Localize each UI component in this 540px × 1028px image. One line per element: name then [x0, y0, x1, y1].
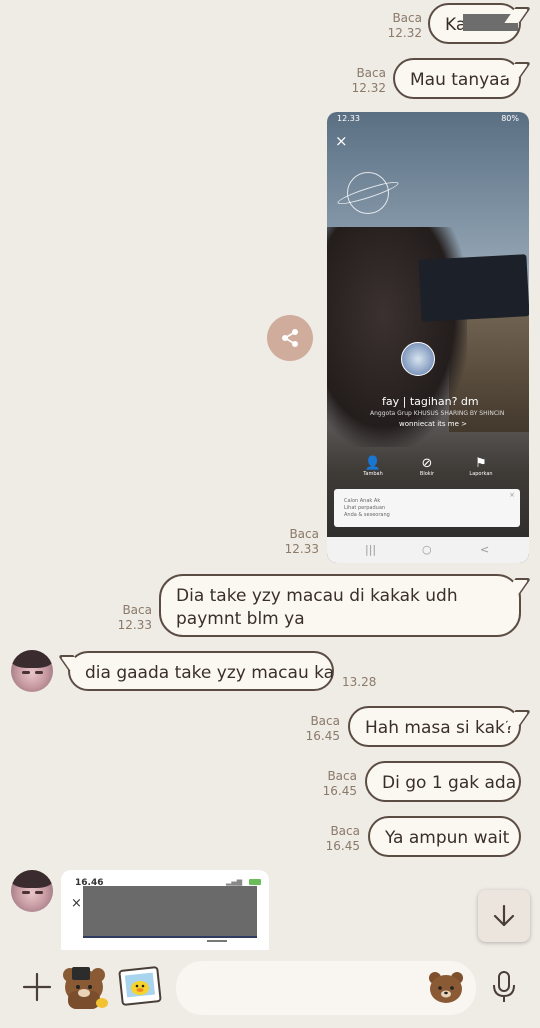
message-bubble-outgoing[interactable]: Ya ampun wait [368, 816, 521, 857]
thumb-close-icon: × [71, 896, 82, 911]
profile-action-block: ⊘ Blokir [407, 457, 447, 478]
message-text: Hah masa si kak? [365, 718, 514, 738]
profile-close-icon: × [335, 132, 348, 150]
avatar-eye [35, 671, 43, 674]
redaction-block [463, 14, 518, 31]
message-text: dia gaada take yzy macau ka [85, 663, 335, 683]
profile-action-add: 👤 Tambah [353, 457, 393, 478]
home-icon: ○ [422, 543, 432, 556]
recent-apps-icon: ||| [365, 543, 377, 556]
avatar-hair [11, 870, 53, 888]
screenshot-image-message[interactable]: 12.33 80% × fay | tagihan? dm Anggota Gr… [327, 112, 529, 563]
thumb-handle-bar [207, 940, 227, 942]
message-read-meta: Baca 16.45 [326, 824, 360, 854]
message-time: 12.32 [387, 26, 422, 40]
profile-name: fay | tagihan? dm [382, 395, 479, 408]
message-bubble-incoming[interactable]: dia gaada take yzy macau ka [68, 651, 334, 691]
read-status: Baca [310, 714, 340, 728]
redaction-block [83, 886, 257, 936]
action-label: Tambah [363, 471, 383, 477]
plus-icon[interactable] [22, 972, 52, 1002]
read-status: Baca [327, 769, 357, 783]
profile-subtitle: Anggota Grup KHUSUS SHARING BY SHINCIN [370, 410, 505, 417]
microphone-icon[interactable] [490, 970, 518, 1004]
message-time: 12.33 [284, 542, 319, 556]
read-status: Baca [392, 11, 422, 25]
action-label: Blokir [419, 471, 435, 477]
message-compose-bar [0, 950, 540, 1028]
read-status: Baca [330, 824, 360, 838]
message-bubble-outgoing[interactable]: Dia take yzy macau di kakak udh paymnt b… [159, 574, 521, 637]
background-phone [418, 254, 529, 322]
message-read-meta: Baca 12.32 [388, 11, 422, 41]
profile-handle: wonniecat its me > [399, 420, 468, 428]
message-read-meta: Baca 12.32 [352, 66, 386, 96]
avatar-hair [11, 650, 53, 668]
card-line: Lihat perpaduan [344, 505, 386, 511]
profile-avatar [401, 342, 435, 376]
contact-avatar[interactable] [11, 870, 53, 912]
message-time-meta: 13.28 [342, 675, 376, 690]
sally-photo-icon[interactable] [118, 966, 162, 1008]
message-bubble-outgoing[interactable]: Mau tanyaa [393, 58, 521, 99]
profile-suggestion-card: Calon Anak Ak Lihat perpaduan Anda & ses… [334, 489, 520, 527]
card-close-icon: × [509, 491, 515, 499]
message-bubble-outgoing[interactable]: Ka [428, 3, 521, 44]
action-label: Laporkan [469, 471, 493, 477]
share-button[interactable] [267, 315, 313, 361]
signal-icon: ▂▄▆ [226, 878, 243, 886]
message-time: 16.45 [322, 784, 357, 798]
status-time: 12.33 [337, 114, 360, 123]
block-icon: ⊘ [421, 456, 433, 471]
message-bubble-outgoing[interactable]: Hah masa si kak? [348, 706, 521, 747]
message-text: Ya ampun wait [385, 828, 510, 848]
message-text: Di go 1 gak ada [382, 773, 517, 793]
message-read-meta: Baca 12.33 [285, 527, 319, 557]
message-time: 12.32 [351, 81, 386, 95]
message-time: 12.33 [117, 618, 152, 632]
arrow-down-icon [493, 904, 515, 927]
message-text: Mau tanyaa [410, 70, 511, 90]
message-text: Dia take yzy macau di kakak udh paymnt b… [176, 586, 458, 629]
message-time: 16.45 [305, 729, 340, 743]
planet-doodle-icon [347, 172, 389, 214]
read-status: Baca [356, 66, 386, 80]
battery-icon [249, 879, 261, 885]
message-read-meta: Baca 16.45 [323, 769, 357, 799]
report-icon: ⚑ [475, 456, 487, 471]
message-read-meta: Baca 12.33 [118, 603, 152, 633]
message-time: 16.45 [325, 839, 360, 853]
message-bubble-outgoing[interactable]: Di go 1 gak ada [365, 761, 521, 802]
avatar-eye [35, 891, 43, 894]
scroll-to-bottom-button[interactable] [478, 890, 530, 942]
incoming-image-message[interactable]: 16.46 ▂▄▆ × [61, 870, 269, 950]
avatar-eye [22, 671, 30, 674]
share-icon [282, 329, 298, 347]
back-icon: < [480, 543, 490, 556]
card-line: Calon Anak Ak [344, 498, 381, 504]
contact-avatar[interactable] [11, 650, 53, 692]
brown-bear-sticker-icon[interactable] [60, 963, 110, 1013]
phone-status-bar: 12.33 80% [327, 112, 529, 126]
avatar-eye [22, 891, 30, 894]
add-friend-icon: 👤 [364, 456, 382, 471]
bear-emoji-icon[interactable] [428, 970, 464, 1004]
profile-action-report: ⚑ Laporkan [461, 457, 501, 478]
message-time: 13.28 [342, 675, 377, 689]
card-line: Anda & seseorang [344, 512, 390, 518]
read-status: Baca [122, 603, 152, 617]
battery-level: 80% [501, 114, 519, 123]
message-read-meta: Baca 16.45 [306, 714, 340, 744]
phone-nav-bar: ||| ○ < [327, 537, 529, 563]
read-status: Baca [289, 527, 319, 541]
